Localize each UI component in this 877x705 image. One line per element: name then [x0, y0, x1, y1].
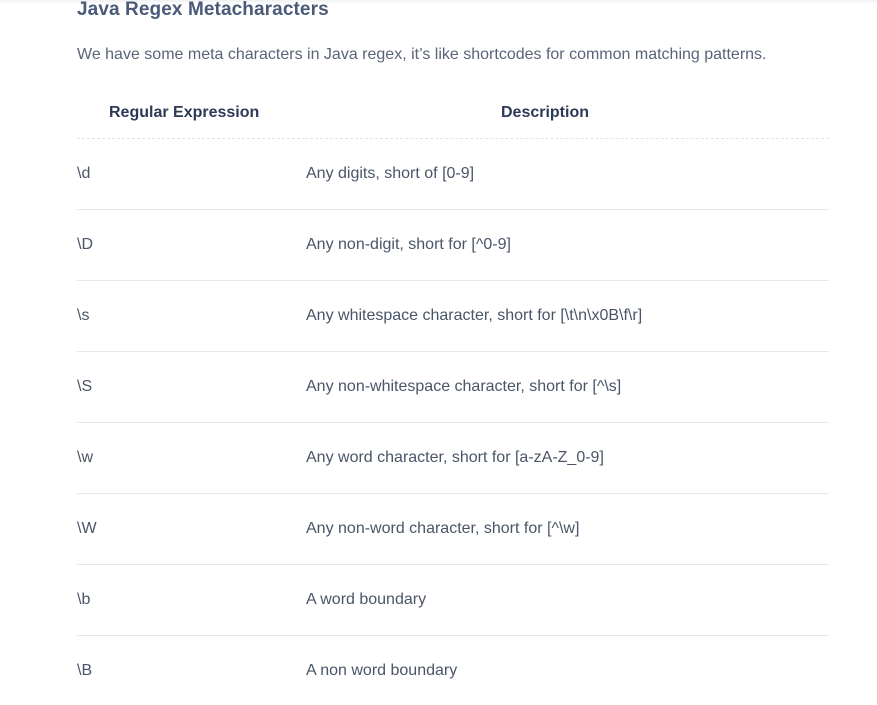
- description-cell: Any non-digit, short for [^0-9]: [305, 209, 829, 281]
- metacharacters-table: Regular Expression Description \d Any di…: [77, 88, 829, 705]
- description-cell: A word boundary: [305, 564, 829, 636]
- expression-cell: \d: [77, 138, 305, 210]
- description-cell: Any word character, short for [a-zA-Z_0-…: [305, 422, 829, 494]
- table-row: \d Any digits, short of [0-9]: [77, 138, 829, 210]
- expression-cell: \W: [77, 493, 305, 565]
- intro-paragraph: We have some meta characters in Java reg…: [77, 46, 767, 63]
- description-cell: A non word boundary: [306, 662, 458, 679]
- table-row: \S Any non-whitespace character, short f…: [77, 351, 829, 423]
- table-row: \D Any non-digit, short for [^0-9]: [77, 209, 829, 281]
- table-header-row: Regular Expression Description: [77, 88, 829, 139]
- description-cell: Any non-whitespace character, short for …: [305, 351, 829, 423]
- table-row: \b A word boundary: [77, 564, 829, 636]
- header-regular-expression: Regular Expression: [77, 88, 305, 139]
- table-row: \s Any whitespace character, short for […: [77, 280, 829, 352]
- table-row: \B A non word boundary: [77, 636, 829, 705]
- table-row: \w Any word character, short for [a-zA-Z…: [77, 422, 829, 494]
- expression-cell: \B: [77, 662, 93, 679]
- expression-cell: \D: [77, 209, 305, 281]
- header-description: Description: [305, 88, 829, 139]
- expression-cell: \w: [77, 422, 305, 494]
- description-cell: Any digits, short of [0-9]: [305, 138, 829, 210]
- expression-cell: \b: [77, 564, 305, 636]
- description-cell: Any whitespace character, short for [\t\…: [305, 280, 829, 352]
- expression-cell: \S: [77, 351, 305, 423]
- table-row: \W Any non-word character, short for [^\…: [77, 493, 829, 565]
- description-cell: Any non-word character, short for [^\w]: [305, 493, 829, 565]
- page-title: Java Regex Metacharacters: [77, 0, 329, 20]
- expression-cell: \s: [77, 280, 305, 352]
